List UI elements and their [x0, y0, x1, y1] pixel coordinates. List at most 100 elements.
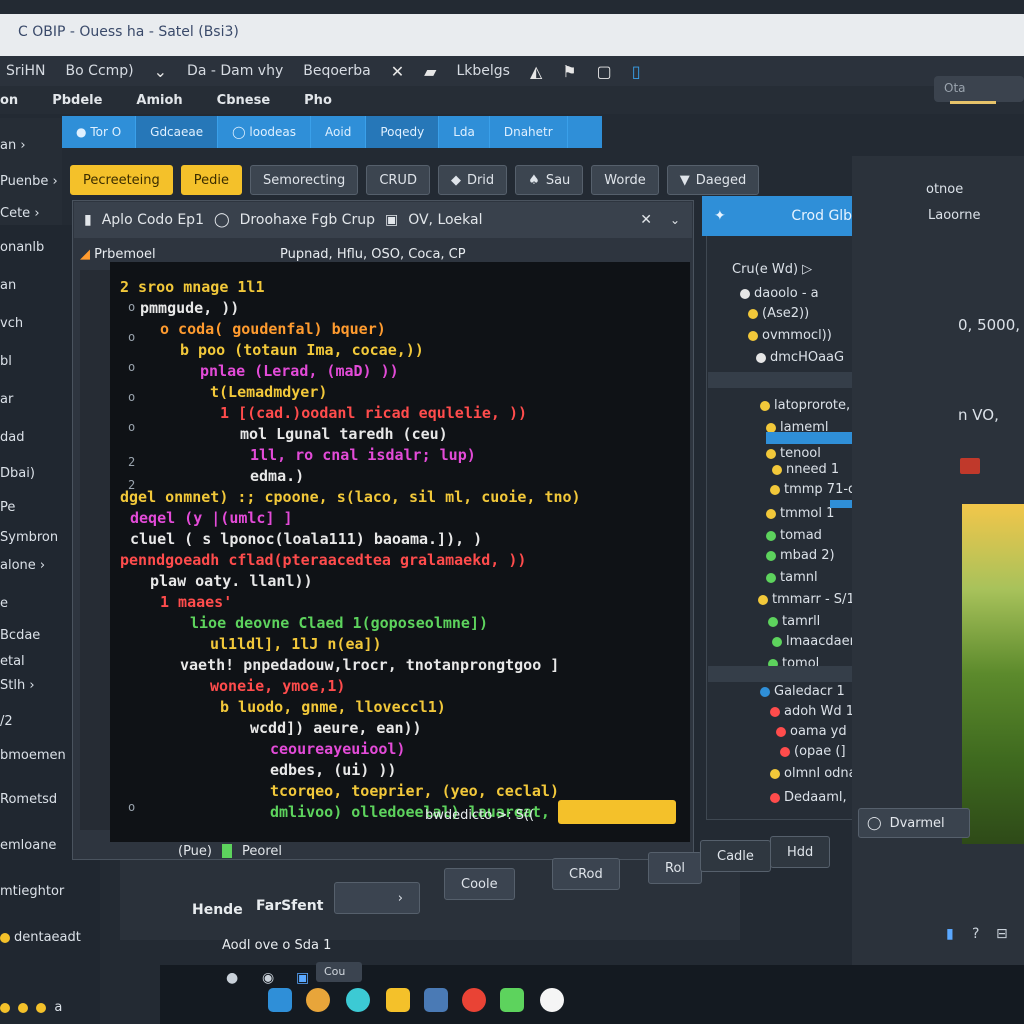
tree-item[interactable]: (opae (]: [780, 744, 846, 759]
folder-icon[interactable]: ▰: [424, 62, 436, 81]
sidebar-item[interactable]: an ›: [0, 138, 26, 153]
preview-button[interactable]: ◯ Dvarmel: [858, 808, 970, 838]
menu-item[interactable]: Pbdele: [52, 93, 102, 108]
sidebar-item[interactable]: Dbai): [0, 466, 35, 481]
lower-button[interactable]: CRod: [552, 858, 620, 890]
tree-item[interactable]: Galedacr 1: [760, 684, 845, 699]
menu-item[interactable]: Lkbelgs: [456, 63, 509, 79]
menu-item[interactable]: Cbnese: [217, 93, 270, 108]
menu-item[interactable]: Bo Ccmp): [66, 63, 134, 79]
lower-button[interactable]: Cadle: [700, 840, 771, 872]
toolbar-button[interactable]: Pecreeteing: [70, 165, 173, 195]
tree-item[interactable]: ovmmocl)): [748, 328, 832, 343]
sidebar-item[interactable]: ar: [0, 392, 13, 407]
sidebar-item[interactable]: e: [0, 596, 8, 611]
sidebar-item[interactable]: mtieghtor: [0, 884, 64, 899]
sidebar-item[interactable]: Cete ›: [0, 206, 40, 221]
lower-button[interactable]: Hdd: [770, 836, 831, 868]
tree-item[interactable]: tmmol 1: [766, 506, 834, 521]
toolbar-button[interactable]: ♠ Sau: [515, 165, 584, 195]
tree-item[interactable]: tamrll: [768, 614, 820, 629]
network-icon[interactable]: ⊟: [996, 926, 1008, 942]
tab[interactable]: Gdcaeae: [136, 116, 219, 148]
tree-item[interactable]: dmcHOaaG: [756, 350, 844, 365]
tree-item[interactable]: daoolo - a: [740, 286, 819, 301]
tree-item[interactable]: (Ase2)): [748, 306, 809, 321]
play-icon[interactable]: ⚑: [562, 62, 576, 81]
sidebar-item[interactable]: vch: [0, 316, 23, 331]
menu-item[interactable]: Pho: [304, 93, 332, 108]
folder-icon[interactable]: [386, 988, 410, 1012]
sidebar-item[interactable]: bmoemen: [0, 748, 66, 763]
tree-root[interactable]: Cru(e Wd) ▷: [732, 262, 812, 277]
sidebar-item[interactable]: bl: [0, 354, 12, 369]
toolbar-button[interactable]: ◆ Drid: [437, 165, 508, 195]
taskbar-search[interactable]: Cou: [316, 962, 362, 982]
tree-item[interactable]: latoprorote,: [760, 398, 850, 413]
close-icon[interactable]: ✕: [391, 62, 404, 81]
sidebar-item[interactable]: Puenbe ›: [0, 174, 58, 189]
sidebar-item[interactable]: /2: [0, 714, 13, 729]
tree-item[interactable]: mbad 2): [766, 548, 835, 563]
chevron-down-icon[interactable]: ⌄: [154, 62, 167, 81]
toolbar-button[interactable]: Pedie: [180, 165, 243, 195]
sidebar-item[interactable]: Bcdae: [0, 628, 40, 643]
sidebar-item[interactable]: Rometsd: [0, 792, 57, 807]
sidebar-item[interactable]: Symbron: [0, 530, 58, 545]
yellow-icon[interactable]: ●: [226, 970, 238, 986]
help-icon[interactable]: ?: [972, 926, 979, 942]
sidebar-item[interactable]: etal: [0, 654, 25, 669]
tab[interactable]: ◯ loodeas: [218, 116, 312, 148]
mail-icon[interactable]: ▣: [296, 970, 309, 986]
tree-item[interactable]: tomad: [766, 528, 822, 543]
windows-icon[interactable]: [268, 988, 292, 1012]
sidebar-item[interactable]: emloane: [0, 838, 56, 853]
tab[interactable]: Aoid: [311, 116, 367, 148]
menu-item[interactable]: Beqoerba: [303, 63, 371, 79]
tree-item[interactable]: tmmarr - S/1 ): [758, 592, 864, 607]
top-right-button[interactable]: Ota: [934, 76, 1024, 104]
tree-item[interactable]: adoh Wd 1: [770, 704, 854, 719]
sidebar-item[interactable]: an: [0, 278, 16, 293]
shield-icon[interactable]: ▮: [946, 926, 954, 942]
lower-button[interactable]: Coole: [444, 868, 515, 900]
browser-icon[interactable]: [306, 988, 330, 1012]
sidebar-item[interactable]: Stlh ›: [0, 678, 35, 693]
code-line: b luodo, gnme, lloveccl1): [220, 698, 446, 716]
toolbar-button[interactable]: ▼ Daeged: [666, 165, 760, 195]
stop-icon[interactable]: ▢: [597, 62, 612, 81]
chrome-icon[interactable]: [462, 988, 486, 1012]
photos-icon[interactable]: [424, 988, 448, 1012]
menu-item[interactable]: SriHN: [6, 63, 46, 79]
toolbar-button[interactable]: CRUD: [366, 165, 430, 195]
close-icon[interactable]: ✕: [640, 212, 652, 228]
menu-item[interactable]: on: [0, 93, 18, 108]
menu-item[interactable]: Da - Dam vhy: [187, 63, 283, 79]
sidebar-item[interactable]: dad: [0, 430, 24, 445]
tree-item[interactable]: tenool: [766, 446, 821, 461]
sidebar-item[interactable]: alone ›: [0, 558, 45, 573]
sidebar-item[interactable]: onanlb: [0, 240, 44, 255]
triangle-icon[interactable]: ◭: [530, 62, 542, 81]
location-icon[interactable]: ◉: [262, 970, 274, 986]
sidebar-item[interactable]: Pe: [0, 500, 15, 515]
toolbar-button[interactable]: Semorecting: [250, 165, 359, 195]
tree-item[interactable]: nneed 1: [772, 462, 839, 477]
toolbar-button[interactable]: Worde: [591, 165, 659, 195]
sidebar-item[interactable]: dentaeadt: [0, 930, 81, 945]
tab[interactable]: Dnahetr: [490, 116, 568, 148]
chevron-down-icon[interactable]: ⌄: [670, 213, 680, 227]
pause-icon[interactable]: ▯: [632, 62, 641, 81]
tab[interactable]: ● Tor O: [62, 116, 137, 148]
menu-item[interactable]: Amioh: [136, 93, 182, 108]
app-icon[interactable]: [540, 988, 564, 1012]
sidebar-item[interactable]: a: [0, 1000, 62, 1015]
tab[interactable]: Lda: [439, 116, 490, 148]
store-icon[interactable]: [500, 988, 524, 1012]
tree-item[interactable]: tamnl: [766, 570, 818, 585]
lower-button[interactable]: Rol: [648, 852, 703, 884]
tree-item[interactable]: oama yd: [776, 724, 847, 739]
tab[interactable]: Poqedy: [366, 116, 440, 148]
chat-icon[interactable]: [346, 988, 370, 1012]
dropdown[interactable]: ›: [334, 882, 420, 914]
